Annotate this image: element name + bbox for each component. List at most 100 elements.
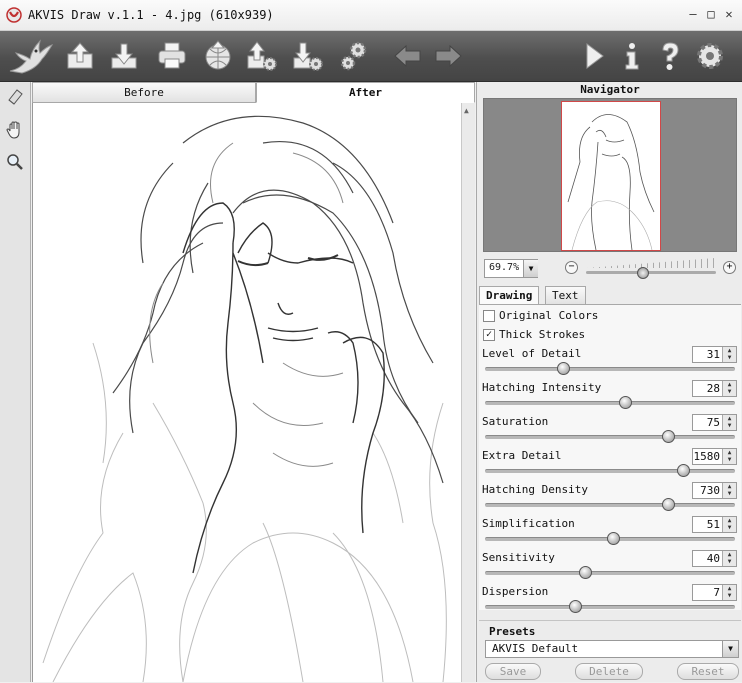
- tab-before[interactable]: Before: [32, 82, 256, 103]
- zoom-slider-thumb[interactable]: [637, 267, 650, 279]
- param-slider-thumb[interactable]: [556, 362, 570, 375]
- settings-gear-icon[interactable]: [694, 40, 726, 72]
- save-image-icon[interactable]: [108, 40, 140, 72]
- param-spinbox[interactable]: 31 ▲ ▼: [692, 346, 737, 363]
- scroll-up-icon[interactable]: ▲: [464, 106, 469, 115]
- param-spinbox[interactable]: 40 ▲ ▼: [692, 550, 737, 567]
- spin-arrows-icon[interactable]: ▲ ▼: [722, 381, 736, 396]
- param-value: 1580: [693, 450, 721, 463]
- param-slider-thumb[interactable]: [619, 396, 632, 409]
- reset-preset-button[interactable]: Reset: [677, 663, 739, 680]
- akvis-app-icon: [6, 7, 22, 23]
- zoom-in-icon[interactable]: +: [723, 261, 736, 274]
- close-button[interactable]: ✕: [722, 7, 736, 21]
- spin-arrows-icon[interactable]: ▲ ▼: [722, 585, 736, 600]
- param-slider[interactable]: [485, 503, 735, 507]
- param-slider-thumb[interactable]: [579, 566, 592, 579]
- info-icon[interactable]: [616, 40, 648, 72]
- zoom-icon[interactable]: [5, 152, 25, 172]
- param-slider-thumb[interactable]: [676, 464, 690, 477]
- help-icon[interactable]: [654, 40, 686, 72]
- navigator-frame[interactable]: [561, 101, 661, 251]
- tab-after[interactable]: After: [256, 82, 475, 103]
- settings-tabs: Drawing Text: [479, 286, 741, 305]
- sketch-image: [42, 115, 447, 682]
- param-value: 75: [706, 416, 720, 429]
- param-label: Dispersion: [482, 585, 549, 598]
- minimize-button[interactable]: —: [686, 7, 700, 21]
- zoom-dropdown-icon[interactable]: ▼: [523, 260, 538, 277]
- spin-arrows-icon[interactable]: ▲ ▼: [722, 415, 736, 430]
- spin-arrows-icon[interactable]: ▲ ▼: [722, 347, 736, 362]
- preset-dropdown-icon[interactable]: ▼: [722, 641, 738, 657]
- undo-arrow-icon[interactable]: [392, 40, 424, 72]
- run-icon[interactable]: [578, 40, 610, 72]
- title-bar: AKVIS Draw v.1.1 - 4.jpg (610x939) — □ ✕: [0, 0, 742, 31]
- load-settings-icon[interactable]: [246, 40, 278, 72]
- navigator-thumbnail: [567, 114, 655, 251]
- zoom-field[interactable]: 69.7% ▼: [484, 259, 538, 278]
- navigator-window[interactable]: [483, 98, 737, 252]
- param-slider[interactable]: [485, 367, 735, 371]
- param-value: 28: [706, 382, 720, 395]
- preset-value: AKVIS Default: [492, 642, 579, 655]
- open-image-icon[interactable]: [64, 40, 96, 72]
- param-label: Saturation: [482, 415, 549, 428]
- zoom-out-icon[interactable]: −: [565, 261, 578, 274]
- param-value: 31: [706, 348, 720, 361]
- param-slider-thumb[interactable]: [661, 498, 675, 511]
- presets-title: Presets: [489, 625, 536, 638]
- redo-arrow-icon[interactable]: [432, 40, 464, 72]
- share-icon[interactable]: [202, 40, 234, 72]
- tab-drawing[interactable]: Drawing: [479, 286, 540, 304]
- preset-select[interactable]: AKVIS Default ▼: [485, 640, 739, 658]
- param-slider-thumb[interactable]: [661, 430, 675, 443]
- spin-arrows-icon[interactable]: ▲ ▼: [722, 551, 736, 566]
- param-spinbox[interactable]: 7 ▲ ▼: [692, 584, 737, 601]
- tab-text[interactable]: Text: [545, 286, 586, 304]
- navigator-title: Navigator: [580, 83, 640, 96]
- param-slider[interactable]: [485, 605, 735, 609]
- eraser-icon[interactable]: [5, 86, 25, 106]
- param-slider[interactable]: [485, 401, 735, 405]
- thick-strokes-checkbox[interactable]: ✓: [483, 329, 495, 341]
- spin-arrows-icon[interactable]: ▲ ▼: [722, 483, 736, 498]
- hand-icon[interactable]: [5, 120, 25, 140]
- param-value: 7: [713, 586, 720, 599]
- param-slider-thumb[interactable]: [569, 600, 582, 613]
- param-slider[interactable]: [485, 435, 735, 439]
- delete-preset-button[interactable]: Delete: [575, 663, 643, 680]
- param-spinbox[interactable]: 730 ▲ ▼: [692, 482, 737, 499]
- save-preset-button[interactable]: Save: [485, 663, 541, 680]
- param-label: Hatching Intensity: [482, 381, 602, 394]
- spin-arrows-icon[interactable]: ▲ ▼: [722, 517, 736, 532]
- param-value: 730: [700, 484, 720, 497]
- spin-arrows-icon[interactable]: ▲ ▼: [722, 449, 736, 464]
- param-value: 51: [706, 518, 720, 531]
- settings-panel: Navigator 69.7% ▼ − + Drawing Text Origi…: [476, 82, 742, 682]
- tool-strip: [0, 82, 31, 682]
- vertical-scrollbar[interactable]: ▲: [461, 103, 475, 682]
- original-colors-checkbox[interactable]: [483, 310, 495, 322]
- zoom-slider[interactable]: [586, 271, 716, 274]
- print-icon[interactable]: [156, 40, 188, 72]
- save-settings-icon[interactable]: [292, 40, 324, 72]
- view-tabs: Before After: [32, 82, 475, 103]
- param-spinbox[interactable]: 28 ▲ ▼: [692, 380, 737, 397]
- param-slider-thumb[interactable]: [606, 532, 620, 545]
- maximize-button[interactable]: □: [704, 7, 718, 21]
- presets-section: Presets AKVIS Default ▼ Save Delete Rese…: [479, 620, 741, 683]
- window-title: AKVIS Draw v.1.1 - 4.jpg (610x939): [28, 8, 274, 22]
- image-canvas[interactable]: [32, 103, 461, 682]
- preferences-icon[interactable]: [338, 40, 370, 72]
- zoom-value: 69.7%: [489, 262, 520, 273]
- param-slider[interactable]: [485, 469, 735, 473]
- param-spinbox[interactable]: 1580 ▲ ▼: [692, 448, 737, 465]
- param-spinbox[interactable]: 51 ▲ ▼: [692, 516, 737, 533]
- original-colors-label: Original Colors: [499, 309, 599, 322]
- param-slider[interactable]: [485, 571, 735, 575]
- param-spinbox[interactable]: 75 ▲ ▼: [692, 414, 737, 431]
- drawing-settings: Original Colors ✓ Thick Strokes Level of…: [479, 305, 741, 613]
- main-toolbar: [0, 31, 742, 82]
- param-value: 40: [706, 552, 720, 565]
